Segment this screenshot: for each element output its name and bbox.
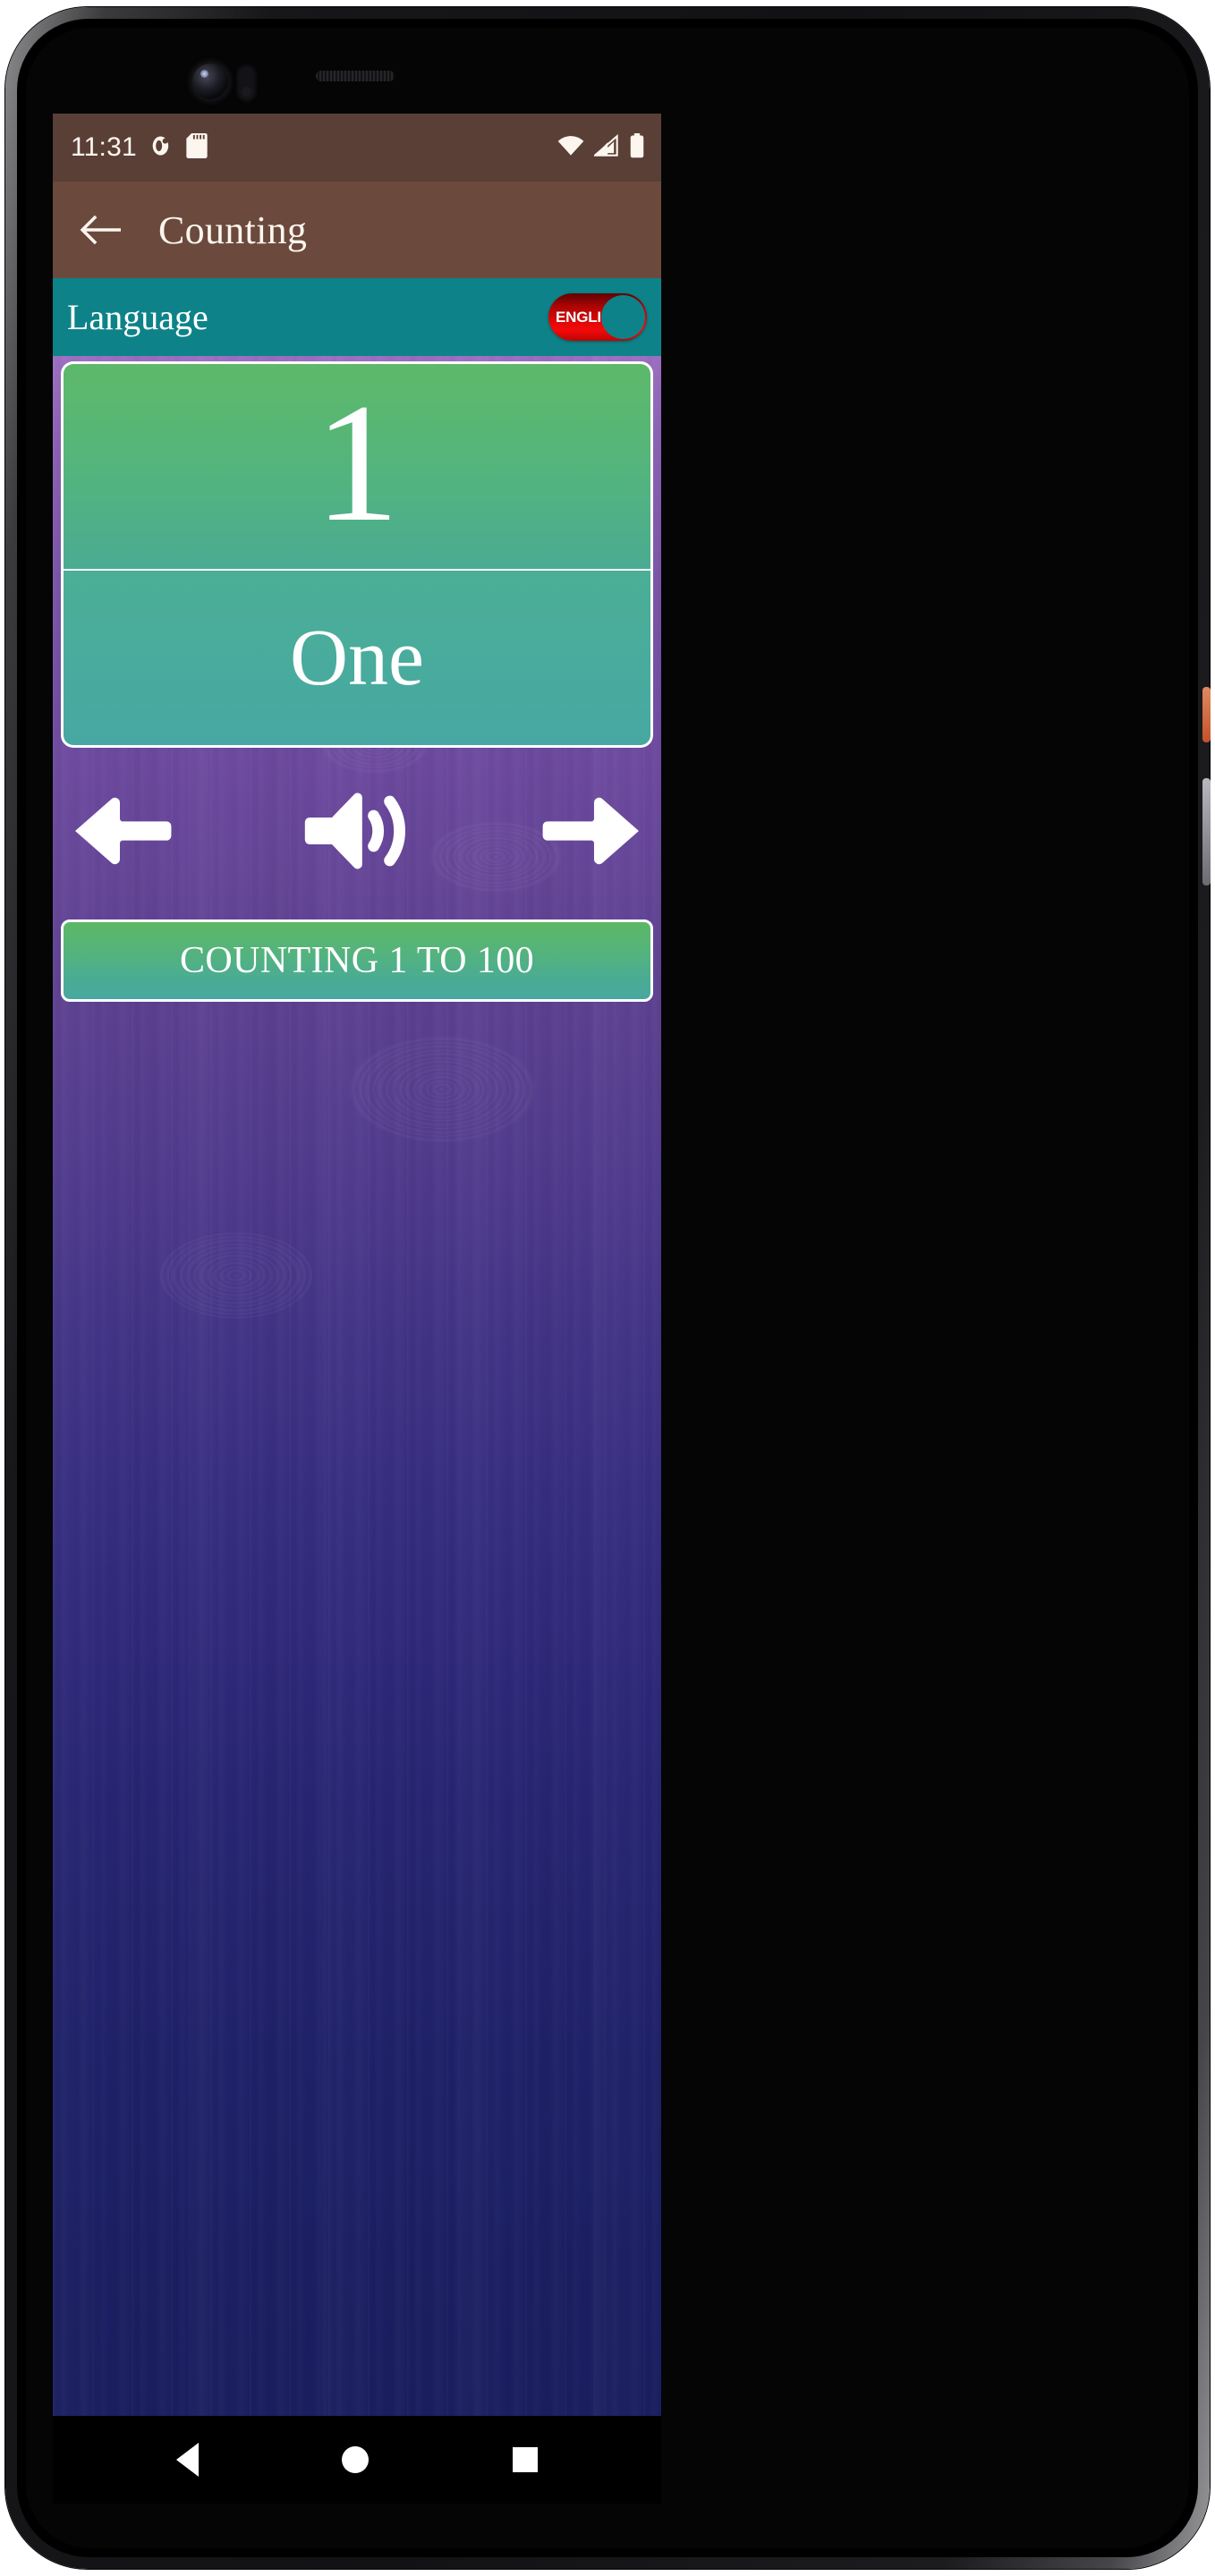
controls-row bbox=[53, 748, 661, 914]
number-value: 1 bbox=[314, 369, 400, 557]
wood-knot-decoration bbox=[348, 1036, 536, 1143]
counting-range-button[interactable]: COUNTING 1 TO 100 bbox=[61, 919, 653, 1002]
battery-icon bbox=[629, 132, 645, 163]
phone-frame: 11:31 Counting Language ENGLISH 1 One CO… bbox=[5, 7, 1211, 2569]
previous-button[interactable] bbox=[72, 794, 173, 868]
front-camera-icon bbox=[192, 64, 228, 99]
next-button[interactable] bbox=[541, 794, 641, 868]
number-card[interactable]: 1 bbox=[61, 361, 653, 569]
proximity-sensor-icon bbox=[239, 67, 254, 99]
status-bar-clock: 11:31 bbox=[71, 132, 137, 162]
app-screen: 11:31 Counting Language ENGLISH 1 One CO… bbox=[53, 114, 661, 2504]
android-home-icon[interactable] bbox=[342, 2446, 370, 2473]
android-recents-icon[interactable] bbox=[512, 2447, 538, 2472]
language-toggle[interactable]: ENGLISH bbox=[548, 293, 647, 341]
page-title: Counting bbox=[158, 208, 308, 252]
word-card[interactable]: One bbox=[61, 569, 653, 748]
number-card-stack: 1 One bbox=[61, 361, 653, 748]
sd-card-icon bbox=[185, 132, 208, 163]
phone-bezel: 11:31 Counting Language ENGLISH 1 One CO… bbox=[17, 19, 1198, 2557]
earpiece-speaker-icon bbox=[316, 71, 395, 81]
phone-screen-area: 11:31 Counting Language ENGLISH 1 One CO… bbox=[26, 28, 1189, 2548]
cellular-signal-icon bbox=[592, 133, 619, 162]
language-toggle-knob[interactable] bbox=[601, 295, 645, 339]
power-button[interactable] bbox=[1202, 687, 1211, 742]
speaker-volume-icon[interactable] bbox=[302, 786, 412, 876]
status-bar: 11:31 bbox=[53, 114, 661, 182]
android-navigation-bar bbox=[53, 2416, 661, 2504]
counting-range-label: COUNTING 1 TO 100 bbox=[179, 940, 535, 981]
main-content: 1 One COUNTING 1 TO 100 bbox=[53, 356, 661, 2416]
status-bar-right bbox=[557, 132, 645, 163]
app-bar: Counting bbox=[53, 182, 661, 278]
language-label: Language bbox=[67, 297, 208, 337]
language-bar: Language ENGLISH bbox=[53, 278, 661, 356]
android-back-icon[interactable] bbox=[176, 2443, 200, 2477]
volume-button[interactable] bbox=[1202, 778, 1211, 886]
status-bar-left: 11:31 bbox=[71, 132, 208, 163]
screenshot-root: 11:31 Counting Language ENGLISH 1 One CO… bbox=[0, 0, 1215, 2576]
back-arrow-icon[interactable] bbox=[80, 215, 122, 245]
wood-knot-decoration bbox=[160, 1233, 312, 1318]
word-value: One bbox=[290, 613, 424, 702]
app-notification-icon bbox=[149, 133, 174, 163]
wifi-icon bbox=[557, 134, 584, 162]
